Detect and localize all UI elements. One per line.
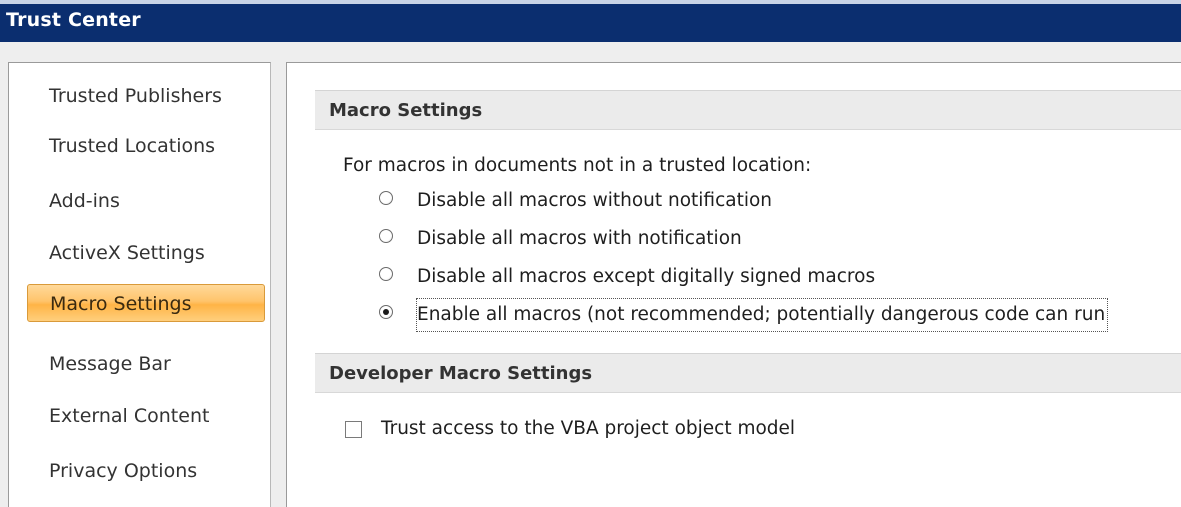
radio-option-disable-with-notification[interactable]: Disable all macros with notification: [379, 223, 1179, 257]
radio-label[interactable]: Disable all macros without notification: [417, 185, 772, 217]
main-panel: Macro Settings For macros in documents n…: [286, 62, 1181, 507]
vba-access-label[interactable]: Trust access to the VBA project object m…: [381, 414, 795, 444]
window-title: Trust Center: [6, 9, 141, 31]
radio-label[interactable]: Disable all macros except digitally sign…: [417, 261, 875, 293]
radio-button-checked-icon[interactable]: [379, 305, 393, 319]
radio-button-icon[interactable]: [379, 267, 393, 281]
sidebar-item-activex-settings[interactable]: ActiveX Settings: [27, 234, 265, 272]
radio-option-disable-except-signed[interactable]: Disable all macros except digitally sign…: [379, 261, 1179, 295]
title-bar: Trust Center: [0, 0, 1181, 42]
developer-macro-settings-header: Developer Macro Settings: [315, 353, 1181, 393]
radio-option-disable-no-notification[interactable]: Disable all macros without notification: [379, 185, 1179, 219]
sidebar-item-external-content[interactable]: External Content: [27, 397, 265, 435]
radio-option-enable-all[interactable]: Enable all macros (not recommended; pote…: [379, 298, 1179, 333]
sidebar-item-message-bar[interactable]: Message Bar: [27, 345, 265, 383]
vba-access-checkbox[interactable]: [345, 421, 362, 438]
sidebar-item-privacy-options[interactable]: Privacy Options: [27, 452, 265, 490]
macro-prompt-text: For macros in documents not in a trusted…: [343, 155, 812, 176]
sidebar-item-macro-settings[interactable]: Macro Settings: [27, 284, 265, 322]
radio-button-icon[interactable]: [379, 191, 393, 205]
macro-settings-header: Macro Settings: [315, 90, 1181, 130]
sidebar-item-trusted-publishers[interactable]: Trusted Publishers: [27, 77, 265, 115]
sidebar-nav: Trusted Publishers Trusted Locations Add…: [8, 62, 271, 507]
radio-label[interactable]: Enable all macros (not recommended; pote…: [415, 298, 1109, 332]
sidebar-item-add-ins[interactable]: Add-ins: [27, 182, 265, 220]
radio-label[interactable]: Disable all macros with notification: [417, 223, 742, 255]
sidebar-item-trusted-locations[interactable]: Trusted Locations: [27, 127, 265, 165]
radio-button-icon[interactable]: [379, 229, 393, 243]
title-bar-top-edge: [0, 0, 1181, 4]
